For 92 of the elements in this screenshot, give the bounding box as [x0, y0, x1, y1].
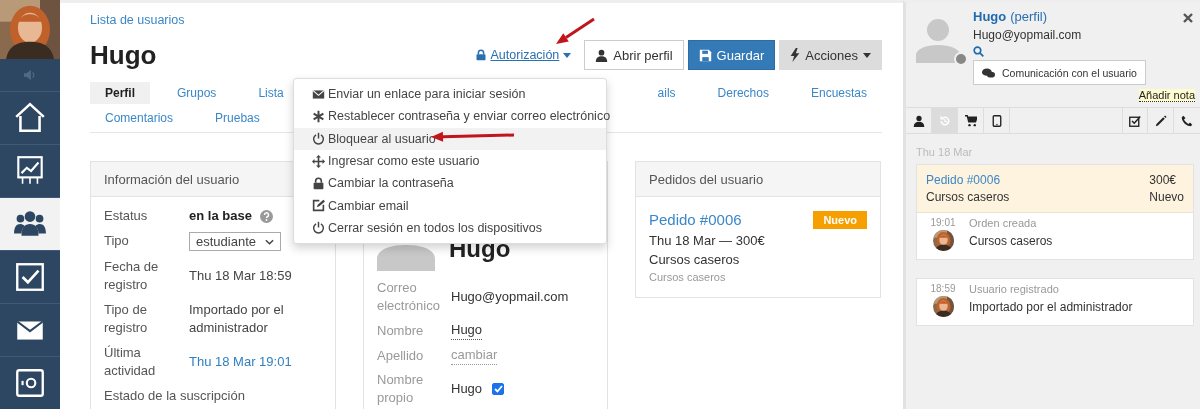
chevron-down-icon: [265, 238, 274, 245]
field-label: Tipo: [104, 232, 130, 250]
order-status: Nuevo: [1149, 190, 1184, 204]
safe-icon: [13, 366, 47, 400]
caret-icon: [863, 52, 871, 58]
menu-item[interactable]: Bloquear al usuario: [294, 127, 606, 150]
tablet-icon: [990, 114, 1003, 127]
event-detail: Importado por el administrador: [969, 300, 1134, 314]
field-label: Nombre: [377, 321, 425, 340]
tab[interactable]: Derechos: [702, 81, 784, 104]
lock-icon: [474, 49, 487, 61]
contact-button[interactable]: Comunicación con el usuario: [973, 60, 1146, 85]
field-label: Apellido: [377, 346, 425, 365]
tab[interactable]: Pruebas: [200, 106, 275, 129]
field-label: Correo electrónico: [377, 279, 441, 315]
help-icon: [259, 209, 273, 223]
action-button[interactable]: Acciones: [779, 40, 882, 70]
type-select[interactable]: estudiante: [189, 232, 281, 251]
panel-tab[interactable]: [1122, 108, 1148, 133]
profile-link[interactable]: (perfil): [1010, 9, 1048, 24]
event-title: Usuario registrado: [969, 283, 1060, 295]
edit-icon: [312, 199, 325, 213]
house-icon: [13, 101, 47, 135]
breadcrumb-link[interactable]: Lista de usuarios: [90, 13, 185, 27]
caret-icon: [563, 52, 572, 58]
tab[interactable]: Comentarios: [90, 106, 189, 129]
lock-icon: [312, 176, 325, 190]
envelope-icon: [312, 87, 325, 101]
menu-item[interactable]: Cerrar sesión en todos los dispositivos: [294, 216, 606, 240]
event-title: Orden creada: [969, 217, 1038, 229]
field-value: Hugo@yopmail.com: [451, 288, 569, 306]
order-product: Cursos caseros: [926, 190, 1011, 204]
order-amount: 300€: [1149, 173, 1177, 187]
pencil-icon: [1154, 114, 1167, 127]
tab[interactable]: ails: [642, 81, 691, 104]
add-note-link[interactable]: Añadir nota: [1138, 89, 1195, 102]
order-link[interactable]: Pedido #0006: [649, 211, 814, 229]
field-label: Estatus: [104, 207, 149, 225]
user-email: Hugo@yopmail.com: [973, 28, 1083, 42]
user-name[interactable]: Hugo: [973, 9, 1007, 24]
avatar-silhouette-icon: [916, 17, 960, 63]
status-value: en la base: [189, 207, 252, 225]
date-link[interactable]: Thu 18 Mar 19:01: [189, 353, 292, 371]
field-value: Importado por el administrador: [189, 301, 285, 337]
order-note: Cursos caseros: [649, 271, 727, 283]
power-icon: [312, 221, 325, 235]
move-arrows-icon: [312, 154, 325, 168]
order-product: Cursos caseros: [649, 252, 741, 267]
tab[interactable]: Perfil: [90, 81, 150, 104]
checkbox-icon: [13, 260, 47, 294]
authorization-link[interactable]: Autorización: [474, 48, 572, 62]
page-title: Hugo: [90, 39, 157, 71]
order-summary: Thu 18 Mar — 300€: [649, 233, 766, 248]
power-icon: [312, 132, 325, 146]
status-dot: [954, 52, 968, 66]
annotation-arrow: [556, 17, 595, 44]
tab[interactable]: Encuestas: [795, 81, 882, 104]
action-button[interactable]: Abrir perfil: [584, 40, 684, 70]
tab[interactable]: Grupos: [162, 81, 232, 104]
asterisk-icon: [312, 109, 325, 123]
field-value: Hugo: [451, 380, 483, 398]
editable-value[interactable]: Hugo: [451, 321, 483, 340]
field-label: Estado de la suscripción: [104, 387, 246, 405]
event-detail: Cursos caseros: [969, 234, 1054, 248]
cart-icon: [964, 114, 977, 127]
card-title: Pedidos del usuario: [636, 162, 880, 197]
floppy-icon: [698, 48, 712, 62]
phone-icon: [1181, 114, 1193, 127]
speaker-icon: [23, 69, 37, 82]
menu-item[interactable]: Cambiar email: [294, 194, 606, 217]
order-link[interactable]: Pedido #0006: [926, 173, 1150, 187]
history-icon: [938, 114, 951, 127]
menu-item[interactable]: Enviar un enlace para iniciar sesión: [294, 83, 606, 106]
action-button[interactable]: Guardar: [687, 40, 776, 70]
edit-placeholder[interactable]: cambiar: [451, 346, 498, 365]
search-icon: [973, 46, 984, 57]
field-value: Thu 18 Mar 18:59: [189, 267, 292, 285]
event-time: 18:59: [930, 283, 956, 294]
chat-icon: [982, 67, 995, 78]
checkbox[interactable]: [492, 383, 505, 395]
user-icon: [595, 48, 609, 62]
field-label: Nombre propio: [377, 371, 425, 407]
field-label: Tipo de registro: [104, 301, 149, 337]
field-label: Fecha de registro: [104, 258, 160, 294]
field-label: Última actividad: [104, 344, 157, 380]
checkbox-icon: [1129, 114, 1141, 127]
event-time: 19:01: [930, 217, 956, 228]
lightning-icon: [790, 48, 801, 62]
user-icon: [912, 114, 925, 127]
nav-item[interactable]: [0, 197, 60, 250]
status-badge: Nuevo: [813, 211, 867, 229]
close-icon: [1183, 13, 1193, 23]
